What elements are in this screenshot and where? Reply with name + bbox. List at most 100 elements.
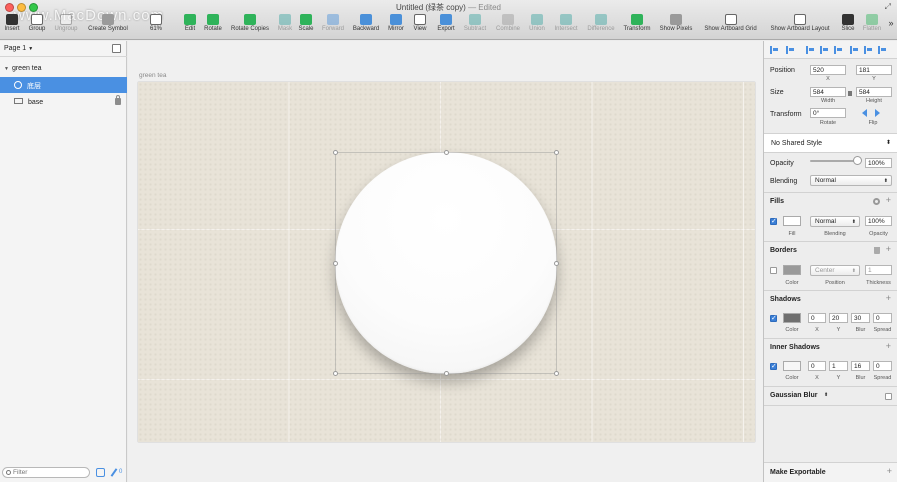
shadow-enabled-checkbox[interactable] <box>770 314 777 322</box>
align-middle-icon[interactable] <box>864 46 872 54</box>
layer-group-green-tea[interactable]: ▼ green tea <box>0 61 127 77</box>
border-color-swatch[interactable] <box>783 265 801 275</box>
union-button[interactable]: Union <box>527 14 547 39</box>
page-selector[interactable]: Page 1 ▼ <box>0 41 127 57</box>
align-bottom-icon[interactable] <box>878 46 886 54</box>
edit-button[interactable]: Edit <box>180 14 200 39</box>
inner-shadow-enabled-checkbox[interactable] <box>770 362 777 370</box>
shared-style-selector[interactable]: No Shared Style ⬍ <box>764 133 897 153</box>
position-y-field[interactable]: 181 <box>856 65 892 75</box>
artboard-title[interactable]: green tea <box>139 72 166 79</box>
inner-shadow-y-field[interactable]: 1 <box>829 361 848 371</box>
align-right-icon[interactable] <box>834 46 842 54</box>
show-artboard-layout-button[interactable]: Show Artboard Layout <box>766 14 834 39</box>
distribute-vertical-icon[interactable] <box>786 46 794 54</box>
show-pixels-button[interactable]: Show Pixels <box>658 14 694 39</box>
insert-button[interactable]: Insert <box>2 14 22 39</box>
rotate-button[interactable]: Rotate <box>202 14 224 39</box>
resize-handle-bottom-right[interactable] <box>554 371 559 376</box>
inner-shadow-blur-field[interactable]: 16 <box>851 361 870 371</box>
add-page-icon[interactable] <box>112 44 121 53</box>
difference-button[interactable]: Difference <box>585 14 617 39</box>
canvas[interactable]: green tea <box>128 41 763 482</box>
symbols-filter-icon[interactable] <box>96 468 105 477</box>
flip-horizontal-icon[interactable] <box>862 109 867 117</box>
transform-button[interactable]: Transform <box>621 14 653 39</box>
inner-shadow-color-swatch[interactable] <box>783 361 801 371</box>
rotate-copies-button[interactable]: Rotate Copies <box>228 14 272 39</box>
updown-arrow-icon[interactable]: ⬍ <box>824 392 828 398</box>
resize-handle-top-right[interactable] <box>554 150 559 155</box>
fill-color-swatch[interactable] <box>783 216 801 226</box>
add-fill-icon[interactable]: + <box>886 195 891 205</box>
layer-base[interactable]: base <box>0 94 127 110</box>
distribute-horizontal-icon[interactable] <box>770 46 778 54</box>
group-button[interactable]: Group <box>27 14 47 39</box>
slice-filter-icon[interactable] <box>110 468 119 477</box>
shadow-color-swatch[interactable] <box>783 313 801 323</box>
artboard[interactable] <box>138 82 755 442</box>
opacity-slider-knob[interactable] <box>853 156 862 165</box>
add-border-icon[interactable]: + <box>886 244 891 254</box>
create-symbol-button[interactable]: Create Symbol <box>85 14 131 39</box>
shadow-x-field[interactable]: 0 <box>808 313 826 323</box>
resize-handle-top-left[interactable] <box>333 150 338 155</box>
fill-opacity-field[interactable]: 100% <box>865 216 892 226</box>
export-button[interactable]: Export <box>435 14 457 39</box>
constrain-proportions-lock-icon[interactable] <box>848 91 852 96</box>
fill-blending-select[interactable]: Normal ⬍ <box>810 216 860 227</box>
border-enabled-checkbox[interactable] <box>770 267 777 274</box>
inner-shadow-x-field[interactable]: 0 <box>808 361 826 371</box>
add-inner-shadow-icon[interactable]: + <box>886 341 891 351</box>
rotate-field[interactable]: 0° <box>810 108 846 118</box>
flatten-button[interactable]: Flatten <box>860 14 884 39</box>
shadow-spread-field[interactable]: 0 <box>873 313 892 323</box>
add-export-icon[interactable]: + <box>887 466 892 476</box>
toolbar-overflow-button[interactable]: » <box>886 18 896 43</box>
view-button[interactable]: View <box>410 14 430 39</box>
lock-icon[interactable] <box>115 95 121 105</box>
flip-vertical-icon[interactable] <box>875 109 880 117</box>
width-field[interactable]: 584 <box>810 87 846 97</box>
gaussian-blur-checkbox[interactable] <box>885 393 892 400</box>
border-position-select[interactable]: Center ⬍ <box>810 265 860 276</box>
intersect-button[interactable]: Intersect <box>551 14 581 39</box>
disclosure-triangle-icon[interactable]: ▼ <box>4 66 9 72</box>
scale-button[interactable]: Scale <box>297 14 315 39</box>
zoom-button[interactable]: 61% <box>146 14 166 39</box>
height-field[interactable]: 584 <box>856 87 892 97</box>
resize-handle-bottom[interactable] <box>444 371 449 376</box>
blending-select[interactable]: Normal ⬍ <box>810 175 892 186</box>
align-top-icon[interactable] <box>850 46 858 54</box>
show-artboard-grid-button[interactable]: Show Artboard Grid <box>700 14 761 39</box>
fullscreen-icon[interactable]: ⤢ <box>885 2 891 12</box>
filter-input[interactable] <box>13 468 87 477</box>
layer-oval-selected[interactable]: 底层 <box>0 77 127 93</box>
resize-handle-bottom-left[interactable] <box>333 371 338 376</box>
forward-button[interactable]: Forward <box>319 14 347 39</box>
mask-button[interactable]: Mask <box>276 14 294 39</box>
combine-button[interactable]: Combine <box>493 14 523 39</box>
gaussian-blur-selector[interactable]: Gaussian Blur <box>770 392 817 399</box>
trash-icon[interactable] <box>874 247 880 254</box>
resize-handle-right[interactable] <box>554 261 559 266</box>
align-left-icon[interactable] <box>806 46 814 54</box>
backward-button[interactable]: Backward <box>350 14 382 39</box>
inner-shadow-spread-field[interactable]: 0 <box>873 361 892 371</box>
align-center-icon[interactable] <box>820 46 828 54</box>
shadow-blur-field[interactable]: 30 <box>851 313 870 323</box>
opacity-field[interactable]: 100% <box>865 158 892 168</box>
fill-enabled-checkbox[interactable] <box>770 217 777 225</box>
mirror-button[interactable]: Mirror <box>385 14 407 39</box>
resize-handle-top[interactable] <box>444 150 449 155</box>
position-x-field[interactable]: 520 <box>810 65 846 75</box>
border-thickness-field[interactable]: 1 <box>865 265 892 275</box>
ungroup-button[interactable]: Ungroup <box>52 14 80 39</box>
add-shadow-icon[interactable]: + <box>886 293 891 303</box>
shadow-y-field[interactable]: 20 <box>829 313 848 323</box>
resize-handle-left[interactable] <box>333 261 338 266</box>
subtract-button[interactable]: Subtract <box>460 14 490 39</box>
slice-button[interactable]: Slice <box>839 14 857 39</box>
gear-icon[interactable] <box>873 198 880 205</box>
make-exportable-row[interactable]: Make Exportable + <box>764 462 897 482</box>
